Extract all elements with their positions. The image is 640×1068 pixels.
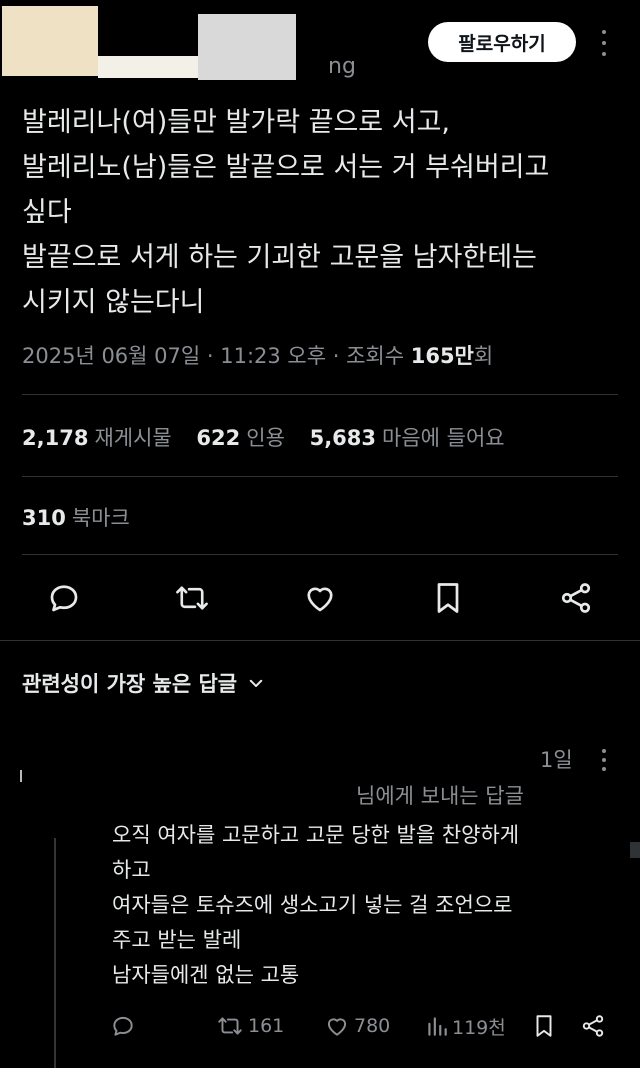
tweet-line: 싶다 <box>22 197 72 228</box>
tweet-line: 시키지 않는다니 <box>22 287 205 318</box>
bookmark-icon[interactable] <box>428 578 468 618</box>
reply-views-button[interactable]: 119천 <box>426 1010 506 1042</box>
tweet-action-bar <box>0 578 640 622</box>
reply-views-count: 119천 <box>452 1016 506 1039</box>
reply-line: 주고 받는 발레 <box>112 928 242 952</box>
bookmarks-label: 북마크 <box>71 506 130 530</box>
reply-like-count: 780 <box>354 1015 391 1037</box>
divider <box>22 394 618 395</box>
quotes-label: 인용 <box>246 426 285 450</box>
replying-to-text[interactable]: 님에게 보내는 답글 <box>356 780 524 810</box>
reply-reply-button[interactable] <box>110 1010 136 1042</box>
heart-icon[interactable] <box>300 578 340 618</box>
quotes-stat[interactable]: 622 인용 <box>196 426 284 450</box>
likes-stat[interactable]: 5,683 마음에 들어요 <box>310 426 505 450</box>
handle-text: ng <box>328 54 356 79</box>
chevron-down-icon <box>247 674 265 692</box>
reply-retweet-button[interactable]: 161 <box>216 1010 284 1042</box>
retweets-label: 재게시물 <box>94 426 172 450</box>
divider <box>22 554 618 555</box>
tweet-line: 발레리노(남)들은 발끝으로 서는 거 부숴버리고 <box>22 152 550 183</box>
tweet-header: ng 팔로우하기 <box>0 0 640 95</box>
scroll-marker <box>630 842 640 858</box>
quotes-count: 622 <box>196 426 241 450</box>
reply-text: 오직 여자를 고문하고 고문 당한 발을 찬양하게 하고 여자들은 토슈즈에 생… <box>112 818 519 993</box>
follow-button[interactable]: 팔로우하기 <box>428 22 576 62</box>
share-icon <box>580 1013 606 1039</box>
divider <box>0 640 640 641</box>
views-chart-icon <box>426 1013 448 1039</box>
engagement-stats: 2,178 재게시물 622 인용 5,683 마음에 들어요 <box>22 422 523 452</box>
redacted-name <box>198 14 296 80</box>
reply-line: 오직 여자를 고문하고 고문 당한 발을 찬양하게 <box>112 823 520 847</box>
reply-more-options-icon[interactable] <box>596 746 612 774</box>
tweet-line: 발레리나(여)들만 발가락 끝으로 서고, <box>22 107 450 138</box>
replies-sort-dropdown[interactable]: 관련성이 가장 높은 답글 <box>22 668 265 698</box>
reply-icon[interactable] <box>44 578 84 618</box>
retweet-icon <box>216 1013 244 1039</box>
likes-count: 5,683 <box>309 426 377 450</box>
views-suffix: 회 <box>473 344 494 368</box>
bookmark-icon <box>532 1013 556 1039</box>
likes-label: 마음에 들어요 <box>382 426 505 450</box>
reply-line: 여자들은 토슈즈에 생소고기 넣는 걸 조언으로 <box>112 893 513 917</box>
timestamp-text: 2025년 06월 07일 · 11:23 오후 · 조회수 <box>22 344 411 368</box>
divider <box>22 476 618 477</box>
reply-line: 하고 <box>112 858 151 882</box>
redacted-reply-author <box>20 770 22 782</box>
reply-bookmark-button[interactable] <box>532 1010 556 1042</box>
bookmarks-stat[interactable]: 310 북마크 <box>22 502 130 532</box>
views-count: 165만 <box>410 344 474 368</box>
reply-retweet-count: 161 <box>248 1015 285 1037</box>
heart-icon <box>324 1013 350 1039</box>
reply-action-bar: 161 780 119천 <box>0 1010 640 1044</box>
bookmarks-count: 310 <box>22 506 66 530</box>
reply-share-button[interactable] <box>580 1010 606 1042</box>
more-options-icon[interactable] <box>596 26 612 60</box>
retweets-count: 2,178 <box>22 426 89 450</box>
reply-like-button[interactable]: 780 <box>324 1010 390 1042</box>
redacted-avatar <box>2 6 98 76</box>
tweet-text: 발레리나(여)들만 발가락 끝으로 서고, 발레리노(남)들은 발끝으로 서는 … <box>22 100 622 325</box>
reply-icon <box>110 1013 136 1039</box>
tweet-timestamp[interactable]: 2025년 06월 07일 · 11:23 오후 · 조회수 165만회 <box>22 340 493 370</box>
sort-label: 관련성이 가장 높은 답글 <box>22 672 238 696</box>
tweet-line: 발끝으로 서게 하는 기괴한 고문을 남자한테는 <box>22 242 537 273</box>
share-icon[interactable] <box>556 578 596 618</box>
reply-time: 1일 <box>540 748 573 772</box>
redacted-name-block <box>98 56 198 78</box>
retweet-icon[interactable] <box>172 578 212 618</box>
reply-line: 남자들에겐 없는 고통 <box>112 963 300 987</box>
retweets-stat[interactable]: 2,178 재게시물 <box>22 426 172 450</box>
